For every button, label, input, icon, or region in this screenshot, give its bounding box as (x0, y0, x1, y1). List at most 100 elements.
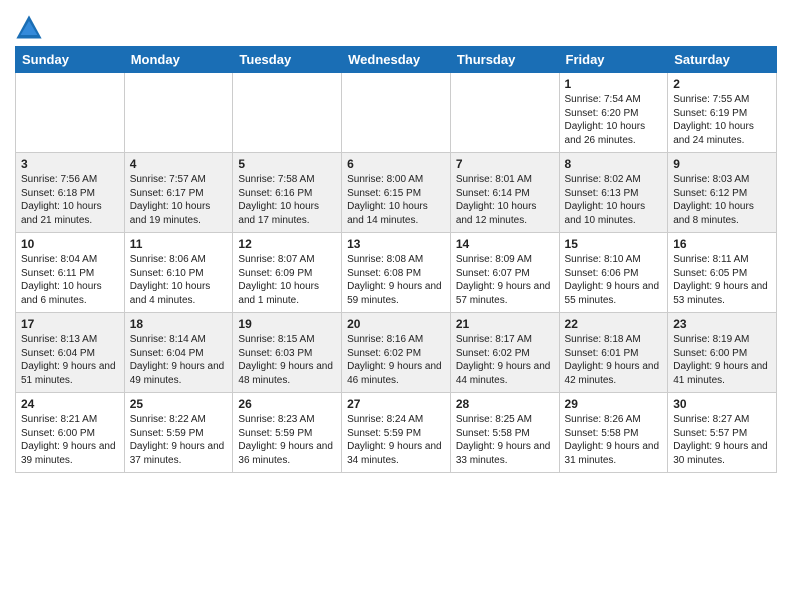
day-info: Sunrise: 8:09 AM Sunset: 6:07 PM Dayligh… (456, 253, 554, 307)
day-number: 12 (238, 237, 336, 251)
day-number: 7 (456, 157, 554, 171)
day-number: 8 (565, 157, 663, 171)
day-number: 18 (130, 317, 228, 331)
day-number: 21 (456, 317, 554, 331)
day-info: Sunrise: 7:54 AM Sunset: 6:20 PM Dayligh… (565, 93, 663, 147)
day-number: 28 (456, 397, 554, 411)
day-info: Sunrise: 8:27 AM Sunset: 5:57 PM Dayligh… (673, 413, 771, 467)
day-header-wednesday: Wednesday (342, 47, 451, 73)
day-cell: 28 Sunrise: 8:25 AM Sunset: 5:58 PM Dayli… (450, 393, 559, 473)
day-number: 1 (565, 77, 663, 91)
day-number: 9 (673, 157, 771, 171)
day-cell: 19Sunrise: 8:15 AM Sunset: 6:03 PM Dayli… (233, 313, 342, 393)
day-info: Sunrise: 8:14 AM Sunset: 6:04 PM Dayligh… (130, 333, 228, 387)
week-row-4: 17Sunrise: 8:13 AM Sunset: 6:04 PM Dayli… (16, 313, 777, 393)
day-cell: 7 Sunrise: 8:01 AM Sunset: 6:14 PM Daylig… (450, 153, 559, 233)
day-info: Sunrise: 8:24 AM Sunset: 5:59 PM Dayligh… (347, 413, 445, 467)
day-cell: 12 Sunrise: 8:07 AM Sunset: 6:09 PM Dayli… (233, 233, 342, 313)
day-cell: 9 Sunrise: 8:03 AM Sunset: 6:12 PM Daylig… (668, 153, 777, 233)
day-number: 25 (130, 397, 228, 411)
day-cell: 11 Sunrise: 8:06 AM Sunset: 6:10 PM Dayli… (124, 233, 233, 313)
day-cell (233, 73, 342, 153)
day-cell: 14 Sunrise: 8:09 AM Sunset: 6:07 PM Dayli… (450, 233, 559, 313)
day-info: Sunrise: 8:07 AM Sunset: 6:09 PM Dayligh… (238, 253, 336, 307)
day-number: 27 (347, 397, 445, 411)
day-info: Sunrise: 8:00 AM Sunset: 6:15 PM Dayligh… (347, 173, 445, 227)
day-info: Sunrise: 8:16 AM Sunset: 6:02 PM Dayligh… (347, 333, 445, 387)
day-info: Sunrise: 8:18 AM Sunset: 6:01 PM Dayligh… (565, 333, 663, 387)
day-info: Sunrise: 8:06 AM Sunset: 6:10 PM Dayligh… (130, 253, 228, 307)
day-info: Sunrise: 8:10 AM Sunset: 6:06 PM Dayligh… (565, 253, 663, 307)
day-number: 24 (21, 397, 119, 411)
day-cell: 15 Sunrise: 8:10 AM Sunset: 6:06 PM Dayli… (559, 233, 668, 313)
day-number: 5 (238, 157, 336, 171)
day-cell: 2 Sunrise: 7:55 AM Sunset: 6:19 PM Daylig… (668, 73, 777, 153)
day-info: Sunrise: 8:23 AM Sunset: 5:59 PM Dayligh… (238, 413, 336, 467)
day-cell: 21 Sunrise: 8:17 AM Sunset: 6:02 PM Dayli… (450, 313, 559, 393)
day-cell: 25 Sunrise: 8:22 AM Sunset: 5:59 PM Dayli… (124, 393, 233, 473)
day-number: 15 (565, 237, 663, 251)
day-info: Sunrise: 7:55 AM Sunset: 6:19 PM Dayligh… (673, 93, 771, 147)
day-number: 3 (21, 157, 119, 171)
calendar-table: SundayMondayTuesdayWednesdayThursdayFrid… (15, 46, 777, 473)
day-cell: 22 Sunrise: 8:18 AM Sunset: 6:01 PM Dayli… (559, 313, 668, 393)
day-cell: 10Sunrise: 8:04 AM Sunset: 6:11 PM Dayli… (16, 233, 125, 313)
day-number: 20 (347, 317, 445, 331)
day-cell: 16 Sunrise: 8:11 AM Sunset: 6:05 PM Dayli… (668, 233, 777, 313)
day-info: Sunrise: 8:26 AM Sunset: 5:58 PM Dayligh… (565, 413, 663, 467)
day-cell: 17Sunrise: 8:13 AM Sunset: 6:04 PM Dayli… (16, 313, 125, 393)
logo (15, 14, 47, 42)
day-cell (450, 73, 559, 153)
day-info: Sunrise: 8:13 AM Sunset: 6:04 PM Dayligh… (21, 333, 119, 387)
day-number: 6 (347, 157, 445, 171)
day-number: 26 (238, 397, 336, 411)
day-number: 30 (673, 397, 771, 411)
day-number: 13 (347, 237, 445, 251)
day-header-friday: Friday (559, 47, 668, 73)
week-row-3: 10Sunrise: 8:04 AM Sunset: 6:11 PM Dayli… (16, 233, 777, 313)
day-number: 23 (673, 317, 771, 331)
day-cell: 1 Sunrise: 7:54 AM Sunset: 6:20 PM Daylig… (559, 73, 668, 153)
day-cell: 30 Sunrise: 8:27 AM Sunset: 5:57 PM Dayli… (668, 393, 777, 473)
day-info: Sunrise: 7:56 AM Sunset: 6:18 PM Dayligh… (21, 173, 119, 227)
day-info: Sunrise: 8:02 AM Sunset: 6:13 PM Dayligh… (565, 173, 663, 227)
day-header-sunday: Sunday (16, 47, 125, 73)
day-cell: 3 Sunrise: 7:56 AM Sunset: 6:18 PM Daylig… (16, 153, 125, 233)
day-info: Sunrise: 7:57 AM Sunset: 6:17 PM Dayligh… (130, 173, 228, 227)
day-number: 29 (565, 397, 663, 411)
logo-icon (15, 14, 43, 42)
week-row-2: 3 Sunrise: 7:56 AM Sunset: 6:18 PM Daylig… (16, 153, 777, 233)
day-info: Sunrise: 8:15 AM Sunset: 6:03 PM Dayligh… (238, 333, 336, 387)
day-info: Sunrise: 8:22 AM Sunset: 5:59 PM Dayligh… (130, 413, 228, 467)
day-cell: 4Sunrise: 7:57 AM Sunset: 6:17 PM Daylig… (124, 153, 233, 233)
header-row: SundayMondayTuesdayWednesdayThursdayFrid… (16, 47, 777, 73)
day-cell: 6 Sunrise: 8:00 AM Sunset: 6:15 PM Daylig… (342, 153, 451, 233)
day-number: 11 (130, 237, 228, 251)
day-cell: 29 Sunrise: 8:26 AM Sunset: 5:58 PM Dayli… (559, 393, 668, 473)
day-number: 16 (673, 237, 771, 251)
day-info: Sunrise: 8:11 AM Sunset: 6:05 PM Dayligh… (673, 253, 771, 307)
day-cell: 18 Sunrise: 8:14 AM Sunset: 6:04 PM Dayli… (124, 313, 233, 393)
day-cell (342, 73, 451, 153)
day-header-saturday: Saturday (668, 47, 777, 73)
day-header-thursday: Thursday (450, 47, 559, 73)
day-cell (16, 73, 125, 153)
day-cell: 8 Sunrise: 8:02 AM Sunset: 6:13 PM Daylig… (559, 153, 668, 233)
week-row-1: 1 Sunrise: 7:54 AM Sunset: 6:20 PM Daylig… (16, 73, 777, 153)
day-number: 22 (565, 317, 663, 331)
day-cell: 23 Sunrise: 8:19 AM Sunset: 6:00 PM Dayli… (668, 313, 777, 393)
day-cell: 5 Sunrise: 7:58 AM Sunset: 6:16 PM Daylig… (233, 153, 342, 233)
day-info: Sunrise: 8:01 AM Sunset: 6:14 PM Dayligh… (456, 173, 554, 227)
day-info: Sunrise: 7:58 AM Sunset: 6:16 PM Dayligh… (238, 173, 336, 227)
day-info: Sunrise: 8:25 AM Sunset: 5:58 PM Dayligh… (456, 413, 554, 467)
day-number: 2 (673, 77, 771, 91)
day-info: Sunrise: 8:03 AM Sunset: 6:12 PM Dayligh… (673, 173, 771, 227)
day-cell: 27 Sunrise: 8:24 AM Sunset: 5:59 PM Dayli… (342, 393, 451, 473)
day-number: 14 (456, 237, 554, 251)
day-cell: 20 Sunrise: 8:16 AM Sunset: 6:02 PM Dayli… (342, 313, 451, 393)
day-header-monday: Monday (124, 47, 233, 73)
day-info: Sunrise: 8:17 AM Sunset: 6:02 PM Dayligh… (456, 333, 554, 387)
day-info: Sunrise: 8:19 AM Sunset: 6:00 PM Dayligh… (673, 333, 771, 387)
week-row-5: 24Sunrise: 8:21 AM Sunset: 6:00 PM Dayli… (16, 393, 777, 473)
day-info: Sunrise: 8:04 AM Sunset: 6:11 PM Dayligh… (21, 253, 119, 307)
